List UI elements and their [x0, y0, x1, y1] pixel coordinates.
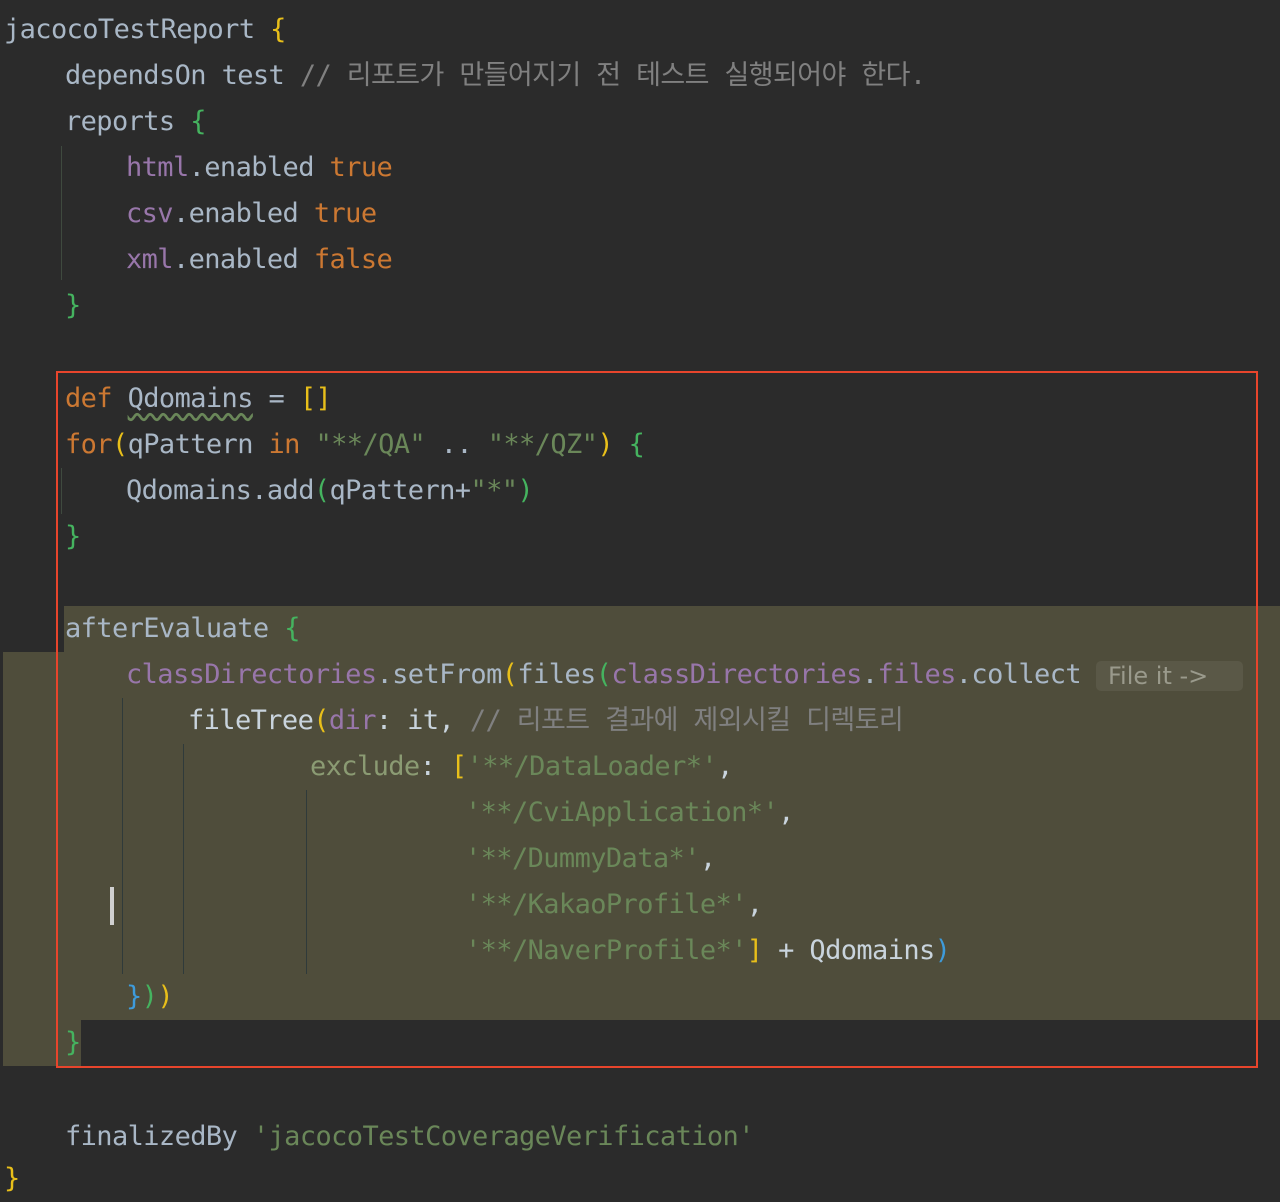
boolean-literal: true [313, 198, 377, 229]
string-literal: 'jacocoTestCoverageVerification' [252, 1121, 755, 1152]
code-line: jacocoTestReport { [4, 7, 286, 53]
boolean-literal: false [313, 244, 393, 275]
brace: { [270, 14, 286, 45]
task-name: jacocoTestReport [4, 14, 255, 45]
boolean-literal: true [329, 152, 393, 183]
code-line: finalizedBy 'jacocoTestCoverageVerificat… [65, 1114, 754, 1160]
property: csv [126, 198, 174, 229]
code-line: reports { [65, 99, 206, 145]
block-name: reports [65, 106, 175, 137]
code-line: dependsOn test // 리포트가 만들어지기 전 테스트 실행되어야… [65, 53, 926, 99]
argument: test [221, 60, 285, 91]
code-editor[interactable]: jacocoTestReport { dependsOn test // 리포트… [0, 0, 1280, 1202]
property-accessor: .enabled [172, 244, 299, 275]
indent-guide [61, 146, 62, 280]
code-line: html.enabled true [126, 145, 393, 191]
brace: } [65, 290, 81, 321]
code-line: xml.enabled false [126, 237, 393, 283]
property: html [126, 152, 189, 183]
property-accessor: .enabled [188, 152, 315, 183]
method-name: dependsOn [65, 60, 207, 91]
code-line: } [65, 283, 81, 329]
code-line: } [4, 1156, 20, 1202]
code-line: csv.enabled true [126, 191, 377, 237]
property: xml [126, 244, 174, 275]
method-name: finalizedBy [65, 1121, 238, 1152]
property-accessor: .enabled [172, 198, 299, 229]
annotation-box [56, 371, 1258, 1068]
brace: } [4, 1163, 20, 1194]
comment: // 리포트가 만들어지기 전 테스트 실행되어야 한다. [299, 60, 926, 91]
brace: { [190, 106, 206, 137]
